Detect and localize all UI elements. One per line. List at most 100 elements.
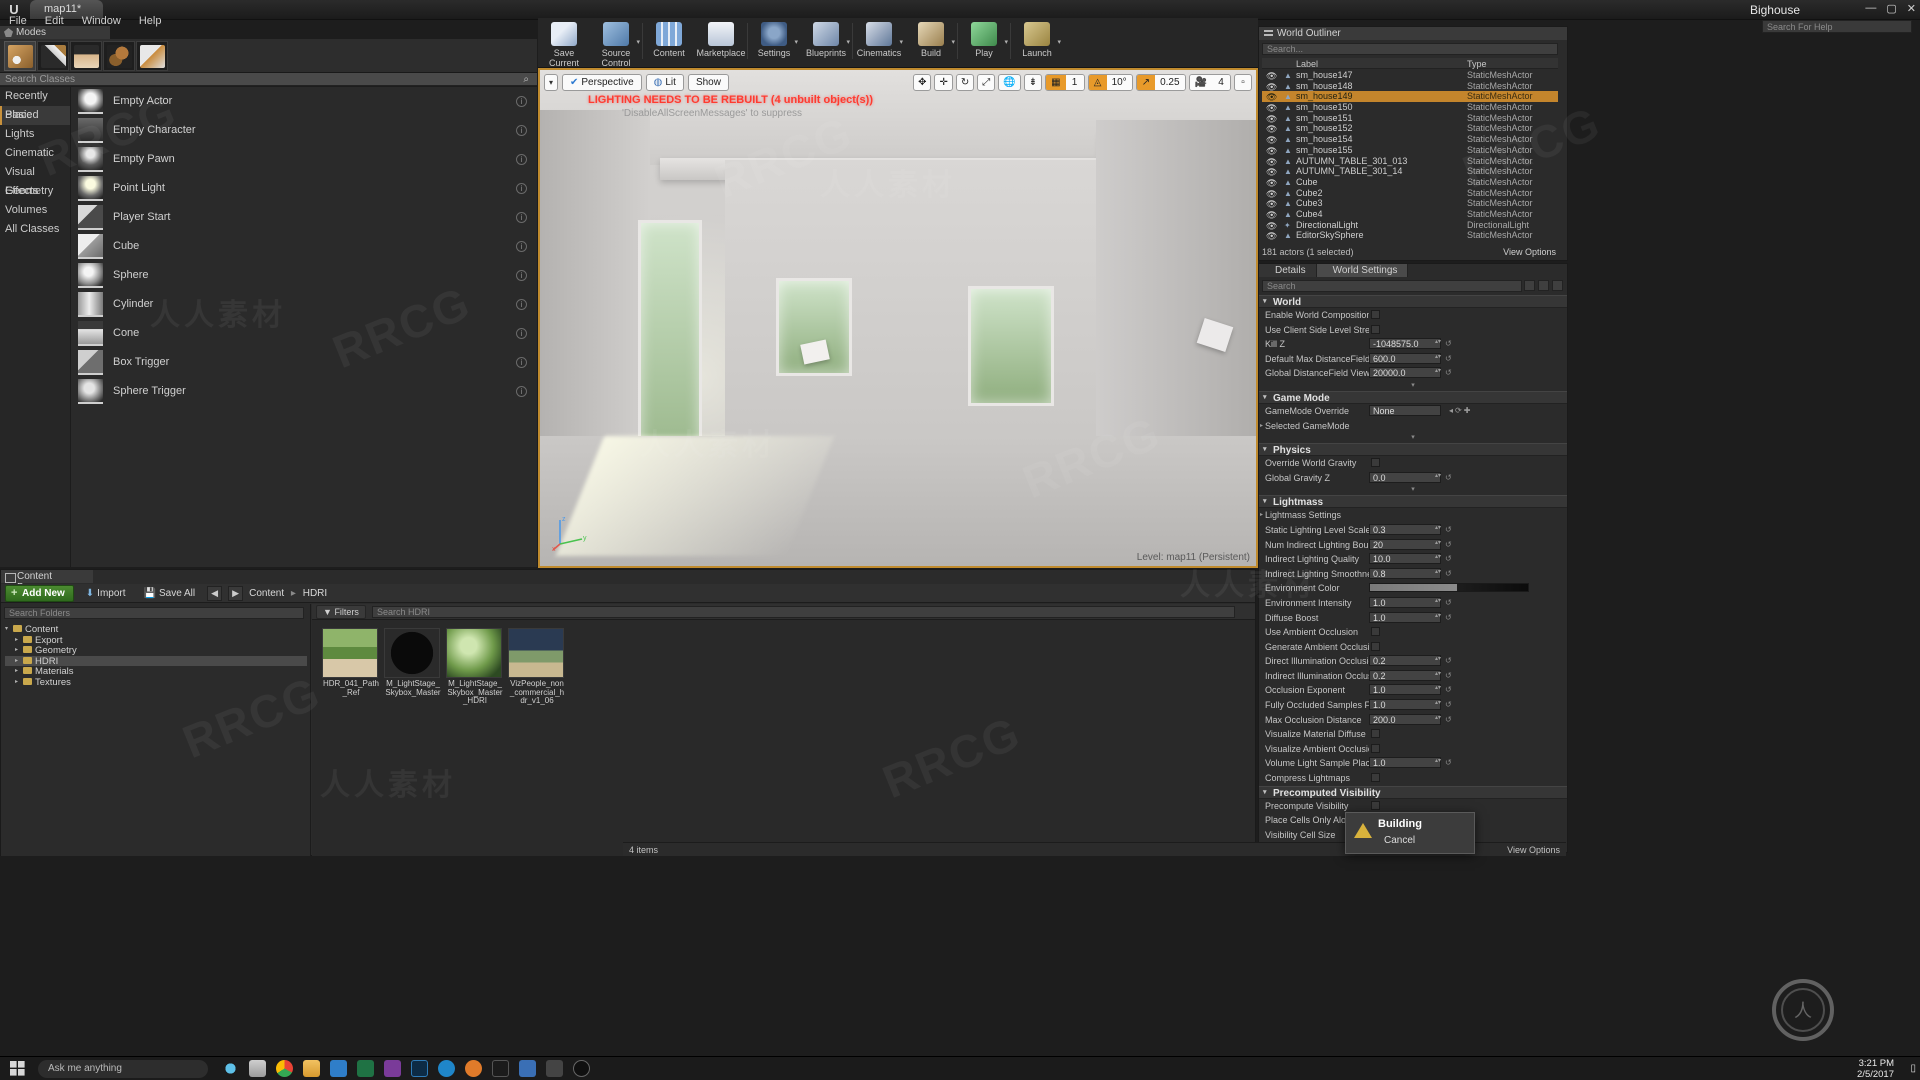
- details-property-row[interactable]: Generate Ambient Occlusion: [1259, 640, 1567, 655]
- asset-search-input[interactable]: Search HDRI: [371, 605, 1235, 618]
- property-value-field[interactable]: 200.0: [1369, 713, 1441, 725]
- spinner-icon[interactable]: ▴▾: [1435, 553, 1441, 564]
- details-property-row[interactable]: Selected GameMode ▸: [1259, 419, 1567, 434]
- info-icon[interactable]: i: [516, 357, 527, 368]
- details-property-row[interactable]: Compress Lightmaps: [1259, 771, 1567, 786]
- details-property-row[interactable]: Enable World Composition: [1259, 308, 1567, 323]
- start-button[interactable]: [0, 1057, 34, 1080]
- reset-icon[interactable]: ↺: [1445, 368, 1453, 377]
- details-property-row[interactable]: Max Occlusion Distance 200.0 ▴▾ ↺: [1259, 713, 1567, 728]
- placement-category-recently-placed[interactable]: Recently Placed: [0, 87, 70, 121]
- details-property-row[interactable]: Lightmass Settings ▸: [1259, 508, 1567, 523]
- outliner-row[interactable]: 👁 ▲ AUTUMN_TABLE_301_14 StaticMeshActor: [1262, 166, 1558, 177]
- folder-tree-node[interactable]: ▾ Content: [5, 624, 307, 635]
- tree-expander-icon[interactable]: ▸: [15, 636, 18, 643]
- details-property-row[interactable]: Visualize Ambient Occlusion: [1259, 742, 1567, 757]
- property-value-field[interactable]: 0.0: [1369, 471, 1441, 483]
- details-property-row[interactable]: Static Lighting Level Scale 0.3 ▴▾ ↺: [1259, 523, 1567, 538]
- details-property-list[interactable]: World Enable World Composition Use Client …: [1259, 295, 1567, 852]
- property-value-field[interactable]: 10.0: [1369, 553, 1441, 565]
- info-icon[interactable]: i: [516, 241, 527, 252]
- outliner-row[interactable]: 👁 ▲ sm_house149 StaticMeshActor: [1262, 91, 1558, 102]
- scale-tool-button[interactable]: ⤢: [977, 74, 996, 91]
- property-nav-icons[interactable]: ◂ ⟳ ✚: [1449, 406, 1470, 415]
- details-section-header[interactable]: World: [1259, 295, 1567, 308]
- content-browser-tab[interactable]: Content Browser: [1, 570, 93, 593]
- close-icon[interactable]: ✕: [1907, 2, 1916, 15]
- spinner-icon[interactable]: ▴▾: [1435, 684, 1441, 695]
- info-icon[interactable]: i: [516, 386, 527, 397]
- spinner-icon[interactable]: ▴▾: [1435, 524, 1441, 535]
- outliner-row[interactable]: 👁 ▲ Cube2 StaticMeshActor: [1262, 188, 1558, 199]
- spinner-icon[interactable]: ▴▾: [1435, 714, 1441, 725]
- property-checkbox[interactable]: [1371, 729, 1380, 739]
- modes-tab[interactable]: Modes: [0, 26, 110, 39]
- scale-snap-group[interactable]: ↗ 0.25: [1135, 74, 1186, 91]
- spinner-icon[interactable]: ▴▾: [1435, 699, 1441, 710]
- rotation-snap-group[interactable]: ◬ 10°: [1087, 74, 1133, 91]
- onenote-icon[interactable]: [384, 1060, 401, 1077]
- placement-actor-row[interactable]: Cone i: [71, 319, 537, 348]
- taskbar-search-input[interactable]: Ask me anything: [38, 1059, 208, 1078]
- spinner-icon[interactable]: ▴▾: [1435, 655, 1441, 666]
- folder-tree-node[interactable]: ▸ HDRI: [5, 655, 307, 667]
- visibility-eye-icon[interactable]: 👁: [1266, 103, 1277, 113]
- taskbar-clock[interactable]: 3:21 PM 2/5/2017: [1857, 1058, 1894, 1080]
- toolbar-settings-button[interactable]: Settings ▾: [748, 18, 800, 66]
- outliner-row[interactable]: 👁 ▲ EditorSkySphere StaticMeshActor: [1262, 230, 1558, 241]
- visibility-eye-icon[interactable]: 👁: [1266, 167, 1277, 177]
- visibility-eye-icon[interactable]: 👁: [1266, 71, 1277, 81]
- placement-category-cinematic[interactable]: Cinematic: [0, 144, 70, 163]
- translate-tool-button[interactable]: ✛: [934, 74, 953, 91]
- outliner-row[interactable]: 👁 ▲ Cube3 StaticMeshActor: [1262, 198, 1558, 209]
- property-checkbox[interactable]: [1371, 324, 1380, 334]
- placement-actor-row[interactable]: Cylinder i: [71, 290, 537, 319]
- details-section-header[interactable]: Game Mode: [1259, 390, 1567, 404]
- placement-actor-row[interactable]: Box Trigger i: [71, 348, 537, 377]
- rotate-tool-button[interactable]: ↻: [955, 74, 975, 91]
- details-property-row[interactable]: Visualize Material Diffuse: [1259, 727, 1567, 742]
- select-tool-button[interactable]: ✥: [913, 74, 932, 91]
- folder-tree[interactable]: ▾ Content ▸ Export ▸ Geometry ▸ HDRI ▸ Materials ▸…: [5, 624, 307, 688]
- camera-speed-icon[interactable]: 🎥: [1189, 75, 1212, 90]
- details-property-row[interactable]: Use Client Side Level Streamin: [1259, 323, 1567, 338]
- outliner-col-label[interactable]: Label: [1296, 59, 1318, 69]
- landscape-mode-button[interactable]: [70, 41, 102, 71]
- placement-actor-row[interactable]: Player Start i: [71, 203, 537, 232]
- tree-expander-icon[interactable]: ▸: [15, 646, 18, 653]
- reset-icon[interactable]: ↺: [1445, 613, 1453, 622]
- folder-tree-node[interactable]: ▸ Export: [5, 635, 307, 646]
- outliner-row[interactable]: 👁 ✦ DirectionalLight DirectionalLight: [1262, 220, 1558, 231]
- app-icon-1[interactable]: [519, 1060, 536, 1077]
- outliner-row[interactable]: 👁 ▲ sm_house151 StaticMeshActor: [1262, 113, 1558, 124]
- foliage-mode-button[interactable]: [103, 41, 135, 71]
- rotation-snap-value[interactable]: 10°: [1106, 75, 1132, 90]
- details-property-row[interactable]: Environment Intensity 1.0 ▴▾ ↺: [1259, 596, 1567, 611]
- toolbar-blueprints-button[interactable]: Blueprints ▾: [800, 18, 852, 66]
- scale-snap-value[interactable]: 0.25: [1155, 75, 1185, 90]
- scale-snap-toggle[interactable]: ↗: [1136, 75, 1156, 90]
- property-value-field[interactable]: 600.0: [1369, 352, 1441, 364]
- reset-icon[interactable]: ↺: [1445, 473, 1453, 482]
- grid-snap-value[interactable]: 1: [1065, 75, 1084, 90]
- details-section-header[interactable]: Precomputed Visibility: [1259, 785, 1567, 799]
- info-icon[interactable]: i: [516, 299, 527, 310]
- details-property-row[interactable]: Global Gravity Z 0.0 ▴▾ ↺: [1259, 471, 1567, 486]
- maximize-icon[interactable]: ▢: [1886, 2, 1896, 15]
- asset-item[interactable]: VizPeople_non_commercial_hdr_v1_06: [508, 628, 566, 706]
- property-value-field[interactable]: 0.3: [1369, 523, 1441, 535]
- property-value-field[interactable]: 0.8: [1369, 567, 1441, 579]
- property-value-field[interactable]: 1.0: [1369, 684, 1441, 696]
- window-controls[interactable]: — ▢ ✕: [1865, 2, 1916, 15]
- media-player-icon[interactable]: [465, 1060, 482, 1077]
- spinner-icon[interactable]: ▴▾: [1435, 670, 1441, 681]
- visibility-eye-icon[interactable]: 👁: [1266, 157, 1277, 167]
- folder-search-input[interactable]: Search Folders: [4, 607, 304, 619]
- outliner-view-options[interactable]: View Options: [1503, 247, 1556, 257]
- placement-category-geometry[interactable]: Geometry: [0, 182, 70, 201]
- breadcrumb-hdri[interactable]: HDRI: [303, 588, 327, 599]
- reset-icon[interactable]: ↺: [1445, 671, 1453, 680]
- info-icon[interactable]: i: [516, 183, 527, 194]
- reset-icon[interactable]: ↺: [1445, 715, 1453, 724]
- cortana-icon[interactable]: [222, 1060, 239, 1077]
